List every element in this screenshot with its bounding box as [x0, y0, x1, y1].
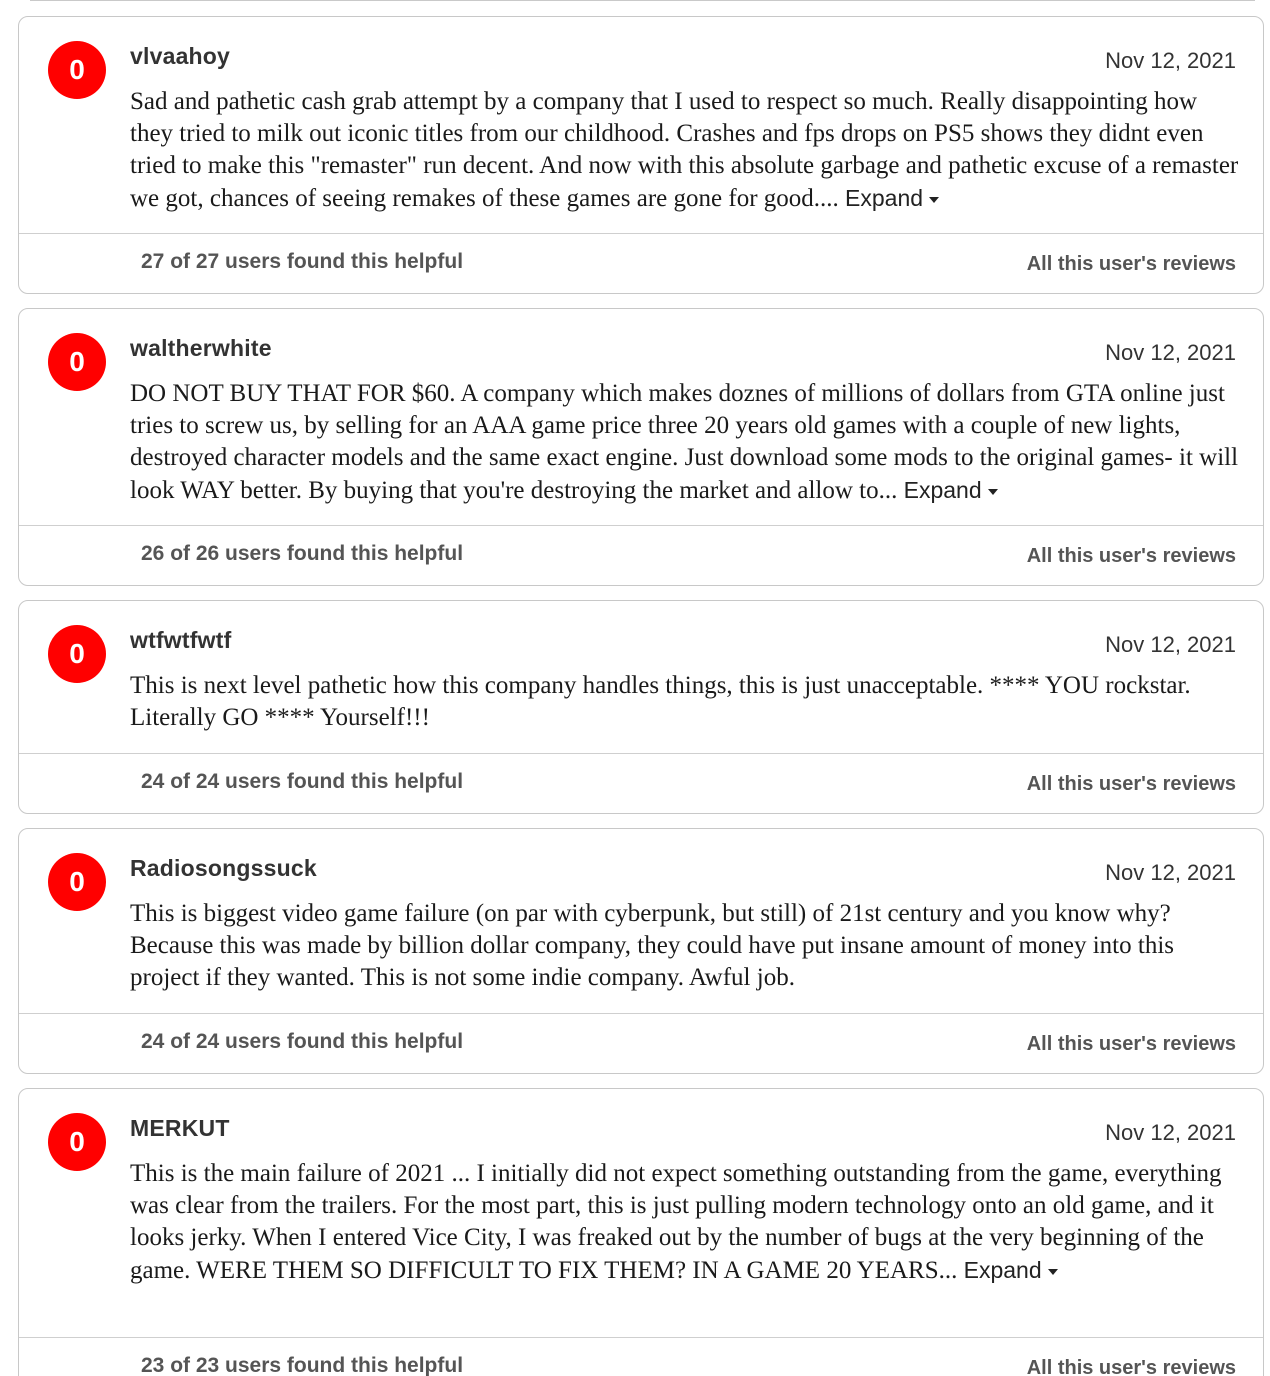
review-body: 0 Radiosongssuck Nov 12, 2021 This is bi…	[19, 829, 1263, 1014]
review-footer: 24 of 24 users found this helpful All th…	[19, 754, 1263, 813]
review-card: 0 wtfwtfwtf Nov 12, 2021 This is next le…	[18, 600, 1264, 814]
metascore-badge: 0	[48, 853, 106, 911]
review-author-link[interactable]: wtfwtfwtf	[130, 627, 231, 654]
helpful-count: 24 of 24 users found this helpful	[141, 1030, 464, 1053]
expand-button[interactable]: Expand	[964, 1257, 1058, 1283]
review-footer: 24 of 24 users found this helpful All th…	[19, 1014, 1263, 1073]
all-user-reviews-link[interactable]: All this user's reviews	[1027, 1357, 1236, 1376]
all-user-reviews-link[interactable]: All this user's reviews	[1027, 545, 1236, 568]
review-text: Sad and pathetic cash grab attempt by a …	[130, 86, 1239, 215]
helpful-count: 27 of 27 users found this helpful	[141, 250, 464, 273]
review-card: 0 waltherwhite Nov 12, 2021 DO NOT BUY T…	[18, 308, 1264, 586]
review-text: This is next level pathetic how this com…	[130, 672, 1191, 731]
review-text: This is the main failure of 2021 ... I i…	[130, 1158, 1239, 1287]
review-author-link[interactable]: MERKUT	[130, 1115, 230, 1142]
caret-down-icon	[1047, 1268, 1058, 1275]
review-card: 0 Radiosongssuck Nov 12, 2021 This is bi…	[18, 828, 1264, 1074]
all-user-reviews-link[interactable]: All this user's reviews	[1027, 253, 1236, 276]
metascore-badge: 0	[48, 41, 106, 99]
review-body: 0 waltherwhite Nov 12, 2021 DO NOT BUY T…	[19, 309, 1263, 526]
review-footer: 27 of 27 users found this helpful All th…	[19, 234, 1263, 293]
expand-label: Expand	[903, 477, 982, 503]
metascore-badge: 0	[48, 333, 106, 391]
caret-down-icon	[929, 196, 940, 203]
expand-button[interactable]: Expand	[845, 185, 940, 211]
review-body: 0 vlvaahoy Nov 12, 2021 Sad and pathetic…	[19, 17, 1263, 234]
caret-down-icon	[987, 488, 998, 495]
review-text: DO NOT BUY THAT FOR $60. A company which…	[130, 378, 1239, 507]
helpful-count: 23 of 23 users found this helpful	[141, 1354, 464, 1376]
review-footer: 26 of 26 users found this helpful All th…	[19, 526, 1263, 585]
all-user-reviews-link[interactable]: All this user's reviews	[1027, 1033, 1236, 1056]
expand-label: Expand	[845, 185, 924, 211]
review-body: 0 wtfwtfwtf Nov 12, 2021 This is next le…	[19, 601, 1263, 754]
review-text-content: This is the main failure of 2021 ... I i…	[130, 1160, 1222, 1284]
metascore-badge: 0	[48, 1113, 106, 1171]
review-card: 0 MERKUT Nov 12, 2021 This is the main f…	[18, 1088, 1264, 1376]
all-user-reviews-link[interactable]: All this user's reviews	[1027, 773, 1236, 796]
review-body: 0 MERKUT Nov 12, 2021 This is the main f…	[19, 1089, 1263, 1338]
review-text-content: Sad and pathetic cash grab attempt by a …	[130, 88, 1239, 212]
metascore-badge: 0	[48, 625, 106, 683]
review-text-content: DO NOT BUY THAT FOR $60. A company which…	[130, 380, 1239, 504]
review-author-link[interactable]: waltherwhite	[130, 335, 272, 362]
expand-label: Expand	[963, 1257, 1042, 1283]
review-author-link[interactable]: Radiosongssuck	[130, 855, 317, 882]
helpful-count: 26 of 26 users found this helpful	[141, 542, 464, 565]
review-date: Nov 12, 2021	[1105, 860, 1236, 885]
review-author-link[interactable]: vlvaahoy	[130, 43, 230, 70]
expand-button[interactable]: Expand	[904, 477, 998, 503]
helpful-count: 24 of 24 users found this helpful	[141, 770, 464, 793]
top-divider	[30, 0, 1255, 1]
review-date: Nov 12, 2021	[1105, 1120, 1236, 1145]
review-footer: 23 of 23 users found this helpful All th…	[19, 1338, 1263, 1376]
review-date: Nov 12, 2021	[1105, 632, 1236, 657]
review-date: Nov 12, 2021	[1105, 340, 1236, 365]
review-text: This is biggest video game failure (on p…	[130, 900, 1174, 991]
review-date: Nov 12, 2021	[1105, 48, 1236, 73]
review-card: 0 vlvaahoy Nov 12, 2021 Sad and pathetic…	[18, 16, 1264, 294]
